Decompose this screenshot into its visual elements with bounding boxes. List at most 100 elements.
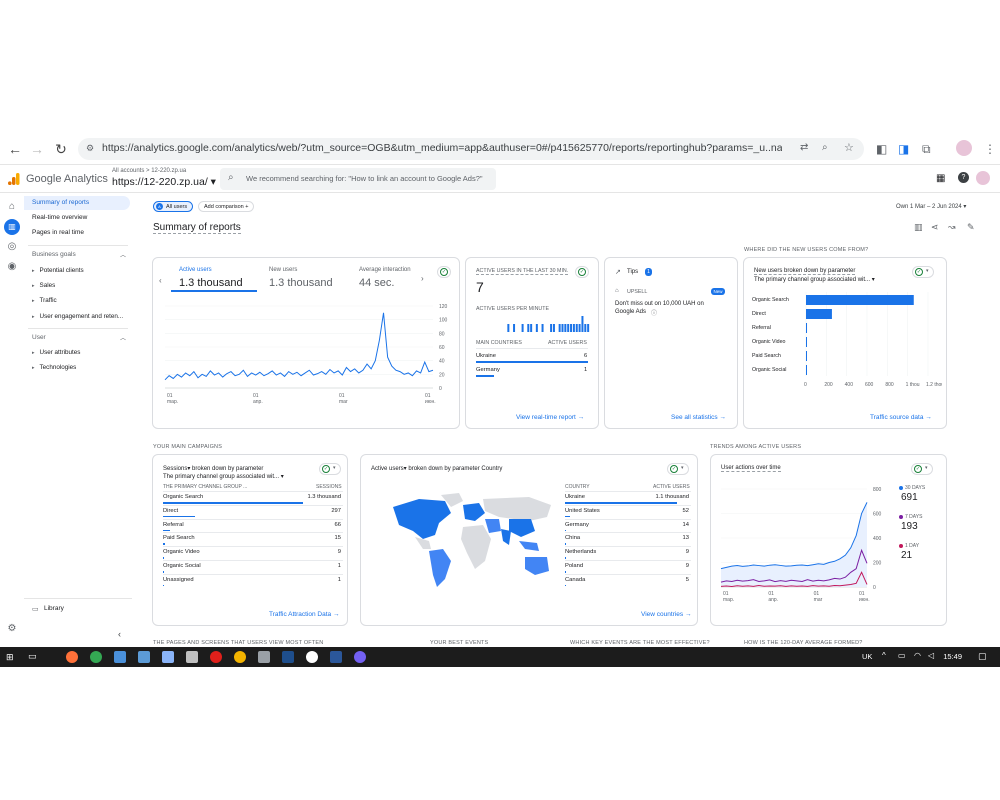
collapse-chevron-icon[interactable]: ︿ [120,250,126,259]
sidebar-item-potential-clients[interactable]: Potential clients [32,267,84,274]
prev-chevron-icon[interactable]: ‹ [159,276,162,285]
app-icon[interactable] [258,651,270,663]
compare-icon[interactable]: ▥ [914,222,923,233]
collapse-sidebar-icon[interactable]: ‹ [118,629,121,639]
address-bar[interactable]: ⚙ https://analytics.google.com/analytics… [78,138,864,160]
status-check-badge[interactable]: ✓ [575,266,589,278]
check-icon: ✓ [670,465,678,473]
insights-icon[interactable]: ↝ [948,222,956,233]
firefox-icon[interactable] [66,651,78,663]
tray-chevron-icon[interactable]: ^ [882,651,886,660]
battery-icon[interactable]: ▭ [898,651,906,660]
bookmark-star-icon[interactable]: ☆ [844,141,854,154]
app-icon[interactable] [114,651,126,663]
sidebar-item-engagement[interactable]: User engagement and reten... [32,313,124,320]
metric-tab-new-users[interactable]: New users 1.3 thousand [261,258,347,292]
share-icon[interactable]: ⋖ [931,222,939,233]
y-tick-label: 400 [873,536,882,542]
table-row-value: 9 [685,549,689,556]
tips-label: Tips [627,269,639,275]
edit-pencil-icon[interactable]: ✎ [967,222,975,233]
search-input[interactable]: ⌕ We recommend searching for: "How to li… [220,168,496,190]
next-chevron-icon[interactable]: › [421,274,424,283]
help-icon[interactable]: ? [958,172,969,183]
status-check-badge[interactable]: ✓ ▾ [319,463,341,475]
opera-icon[interactable] [210,651,222,663]
collapse-chevron-icon[interactable]: ︿ [120,333,126,342]
language-indicator[interactable]: UK [862,652,872,661]
help-circle-icon[interactable]: ⓘ [651,308,657,317]
dimension-dropdown[interactable]: The primary channel group associated wit… [163,473,284,480]
task-view-icon[interactable]: ▭ [28,651,37,662]
library-link[interactable]: Library [44,605,64,612]
y-tick-label: 800 [873,487,882,493]
traffic-source-link[interactable]: Traffic source data → [870,414,932,421]
translate-icon[interactable]: ⇄ [800,142,808,153]
account-breadcrumb[interactable]: All accounts > 12-220.zp.ua [112,168,186,174]
sidebar-item-realtime[interactable]: Real-time overview [24,211,130,225]
metric-tab-active-users[interactable]: Active users 1.3 thousand [171,258,257,292]
account-avatar[interactable] [976,171,990,185]
chrome-icon[interactable] [90,651,102,663]
date-range-picker[interactable]: Own 1 Mar – 2 Jun 2024 ▾ [896,203,966,210]
sidebar-item-summary[interactable]: Summary of reports [24,196,130,210]
advertising-icon[interactable]: ◉ [6,261,18,273]
property-selector[interactable]: https://12-220.zp.ua/ ▾ [112,176,216,188]
sidebar-item-sales[interactable]: Sales [32,282,56,289]
extensions-puzzle-icon[interactable]: ⧉ [922,142,931,157]
app-icon[interactable] [138,651,150,663]
browser-menu-icon[interactable]: ⋮ [984,142,996,156]
extension-icon[interactable]: ◧ [876,142,887,156]
tip-text[interactable]: Don't miss out on 10,000 UAH on Google A… [615,300,715,316]
word-icon[interactable] [330,651,342,663]
sidebar-item-user-attributes[interactable]: User attributes [32,349,81,356]
forward-icon[interactable]: → [28,140,46,158]
app-icon[interactable] [186,651,198,663]
home-icon[interactable]: ⌂ [6,201,18,213]
table-row-bar [565,515,571,518]
back-icon[interactable]: ← [6,140,24,158]
app-icon[interactable] [282,651,294,663]
campaigns-card: Sessions▾ broken down by parameter The p… [152,454,348,626]
sidebar-item-technologies[interactable]: Technologies [32,364,77,371]
zoom-icon[interactable]: ⌕ [822,142,828,153]
all-users-chip[interactable]: A All users [153,201,193,212]
clock[interactable]: 15:49 [943,652,962,661]
card-title[interactable]: User actions over time [721,465,781,472]
settings-gear-icon[interactable]: ⚙ [6,623,18,635]
profile-avatar[interactable] [956,140,972,156]
reload-icon[interactable]: ↻ [52,140,70,158]
view-realtime-link[interactable]: View real-time report → [516,414,584,421]
business-goals-heading[interactable]: Business goals [32,251,76,258]
wifi-icon[interactable]: ◠ [914,651,921,660]
metric-tab-avg-interaction[interactable]: Average interaction 44 sec. [351,258,431,292]
explore-icon[interactable]: ◎ [6,241,18,253]
card-title[interactable]: Active users▾ broken down by parameter C… [371,465,502,472]
reports-icon[interactable]: ▥ [4,219,20,235]
active-users-chart: 12010080604020001map.01anp.01mar01июн. [164,304,448,405]
app-icon[interactable] [234,651,246,663]
dimension-dropdown[interactable]: The primary channel group associated wit… [754,276,875,283]
volume-icon[interactable]: ◁ [928,651,934,660]
add-comparison-button[interactable]: Add comparison + [198,201,254,212]
app-icon[interactable] [162,651,174,663]
view-countries-link[interactable]: View countries → [641,611,691,618]
traffic-attraction-link[interactable]: Traffic Attraction Data → [269,611,339,618]
status-check-badge[interactable]: ✓ ▾ [912,266,934,278]
apps-grid-icon[interactable]: ▦ [936,173,945,184]
viber-icon[interactable] [354,651,366,663]
notifications-icon[interactable]: ▢ [978,651,987,662]
status-check-badge[interactable]: ✓ ▾ [667,463,689,475]
site-info-icon[interactable]: ⚙ [86,143,94,154]
sidebar-item-pages-realtime[interactable]: Pages in real time [24,226,130,240]
status-check-badge[interactable]: ✓ ▾ [911,463,933,475]
user-heading[interactable]: User [32,334,46,341]
windows-start-icon[interactable]: ⊞ [6,652,14,663]
chrome-active-icon[interactable] [306,651,318,663]
card-title[interactable]: New users broken down by parameter [754,268,856,275]
see-all-statistics-link[interactable]: See all statistics → [671,414,726,421]
sidebar-item-traffic[interactable]: Traffic [32,297,57,304]
card-title[interactable]: Sessions▾ broken down by parameter [163,465,263,472]
status-check-badge[interactable]: ✓ [437,266,451,278]
translate-extension-icon[interactable]: ◨ [898,142,909,156]
